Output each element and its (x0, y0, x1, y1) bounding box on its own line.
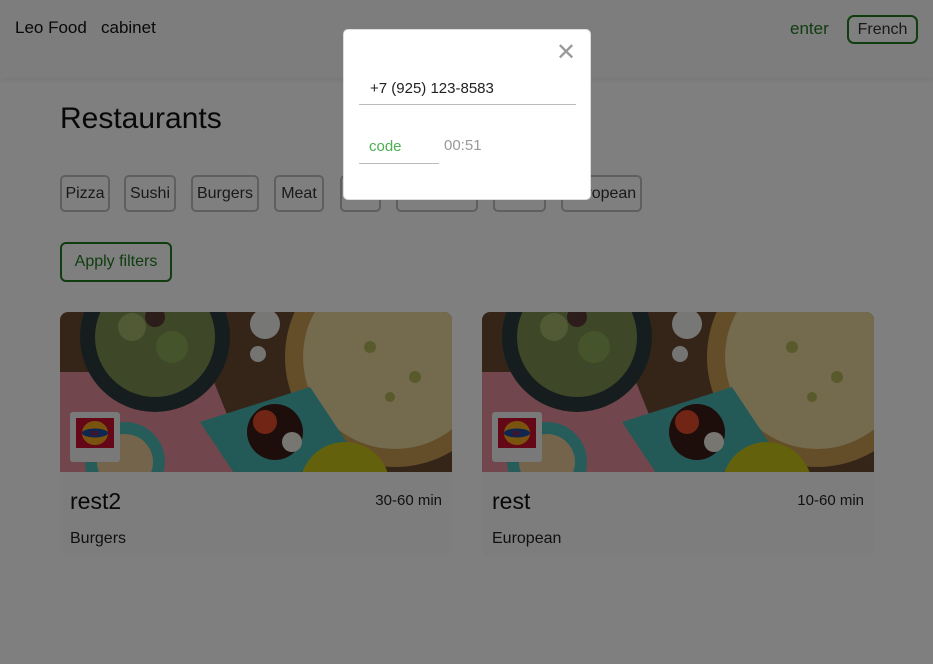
phone-login-modal: ✕ 00:51 (343, 29, 591, 200)
close-icon[interactable]: ✕ (556, 41, 576, 65)
code-input[interactable] (359, 130, 439, 164)
phone-input[interactable] (359, 73, 576, 105)
resend-timer: 00:51 (444, 137, 482, 154)
